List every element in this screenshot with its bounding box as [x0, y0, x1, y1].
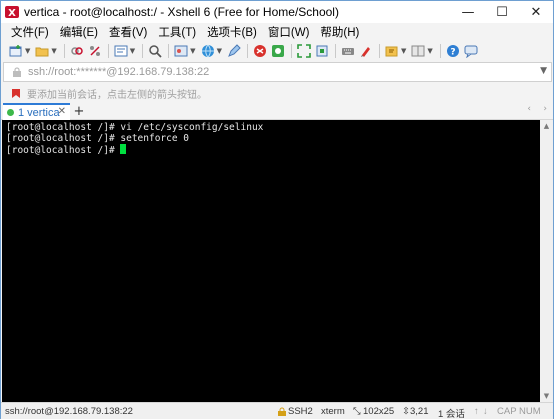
chevron-down-icon[interactable]: ▼ — [427, 47, 432, 55]
script-icon[interactable] — [385, 44, 399, 58]
status-bar: ssh://root@192.168.79.138:22 SSH2 xterm … — [1, 402, 553, 419]
address-text[interactable]: ssh://root:*******@192.168.79.138:22 — [28, 66, 209, 78]
tab-vertica[interactable]: 1 vertica ✕ — [3, 103, 70, 120]
address-bar[interactable]: ssh://root:*******@192.168.79.138:22 ▼ — [3, 62, 552, 82]
tab-prev-icon[interactable]: ‹ — [527, 104, 531, 114]
scroll-down-icon[interactable]: ▼ — [540, 390, 553, 402]
menu-file[interactable]: 文件(F) — [11, 24, 49, 40]
status-num: NUM — [519, 406, 541, 417]
properties-icon[interactable] — [114, 44, 128, 58]
maximize-button[interactable]: ☐ — [485, 1, 519, 23]
status-caps: CAP — [497, 406, 517, 417]
toolbar-divider — [334, 44, 336, 58]
xshell-window: X vertica - root@localhost:/ - Xshell 6 … — [0, 0, 554, 419]
resize-icon: ⤡ — [353, 406, 361, 417]
disconnect-icon[interactable] — [88, 44, 102, 58]
toolbar-divider — [107, 44, 109, 58]
close-window-button[interactable]: ✕ — [519, 1, 553, 23]
svg-text:?: ? — [450, 48, 455, 58]
chevron-down-icon[interactable]: ▼ — [25, 47, 30, 55]
help-icon[interactable]: ? — [446, 44, 460, 58]
pen-icon[interactable] — [227, 44, 241, 58]
terminal-line: [root@localhost /]# vi /etc/sysconfig/se… — [6, 122, 264, 133]
tab-label: 1 vertica — [18, 106, 60, 119]
status-sessions: 1 会话 — [438, 409, 465, 419]
toolbar-divider — [290, 44, 292, 58]
menu-bar: 文件(F) 编辑(E) 查看(V) 工具(T) 选项卡(B) 窗口(W) 帮助(… — [1, 23, 553, 41]
new-session-icon[interactable] — [9, 44, 23, 58]
menu-tabs[interactable]: 选项卡(B) — [207, 24, 257, 40]
fullscreen-icon[interactable] — [297, 44, 311, 58]
hint-text: 要添加当前会话，点击左侧的箭头按钮。 — [27, 89, 207, 101]
chevron-down-icon[interactable]: ▼ — [130, 47, 135, 55]
scroll-up-icon[interactable]: ↑ — [474, 406, 479, 417]
open-folder-icon[interactable] — [35, 44, 49, 58]
status-connection: ssh://root@192.168.79.138:22 — [5, 406, 133, 417]
font-icon[interactable] — [174, 44, 188, 58]
terminal-cursor — [120, 144, 127, 154]
chevron-down-icon[interactable]: ▼ — [401, 47, 406, 55]
chevron-down-icon[interactable]: ▼ — [540, 66, 547, 76]
menu-view[interactable]: 查看(V) — [109, 24, 147, 40]
menu-tools[interactable]: 工具(T) — [158, 24, 196, 40]
window-title: vertica - root@localhost:/ - Xshell 6 (F… — [24, 5, 339, 19]
toolbar-divider — [378, 44, 380, 58]
transfer-icon[interactable] — [271, 44, 285, 58]
app-icon: X — [5, 6, 19, 19]
add-tab-button[interactable]: + — [72, 103, 86, 119]
chevron-down-icon[interactable]: ▼ — [190, 47, 195, 55]
status-size: 102x25 — [363, 406, 395, 417]
lock-icon — [13, 67, 21, 77]
scroll-up-icon[interactable]: ▲ — [540, 120, 553, 132]
connected-status-icon — [7, 109, 14, 116]
status-terminal-type: xterm — [321, 406, 345, 417]
keyboard-icon[interactable] — [341, 44, 355, 58]
vertical-scrollbar[interactable]: ▲ ▼ — [540, 120, 553, 402]
link-icon[interactable] — [70, 44, 84, 58]
chevron-down-icon[interactable]: ▼ — [217, 47, 222, 55]
terminal-area[interactable]: [root@localhost /]# vi /etc/sysconfig/se… — [2, 120, 540, 402]
terminal-prompt: [root@localhost /]# — [6, 145, 121, 156]
terminal-line: [root@localhost /]# — [6, 144, 536, 156]
toolbar-divider — [168, 44, 170, 58]
toolbar-divider — [63, 44, 65, 58]
lock-icon — [278, 407, 286, 416]
globe-icon[interactable] — [201, 44, 215, 58]
cursor-pos-icon: ⇳ — [402, 406, 410, 417]
svg-text:X: X — [8, 8, 16, 19]
xftp-icon[interactable] — [253, 44, 267, 58]
lock-screen-icon[interactable] — [315, 44, 329, 58]
scroll-down-icon[interactable]: ↓ — [483, 406, 488, 417]
search-icon[interactable] — [148, 44, 162, 58]
toolbar: ▼ ▼ ▼ ▼ ▼ ▼ ▼ ? — [1, 41, 553, 61]
chevron-down-icon[interactable]: ▼ — [51, 47, 56, 55]
layout-icon[interactable] — [411, 44, 425, 58]
toolbar-divider — [142, 44, 144, 58]
title-bar: X vertica - root@localhost:/ - Xshell 6 … — [1, 1, 553, 23]
terminal-line: [root@localhost /]# setenforce 0 — [6, 133, 190, 144]
close-icon[interactable]: ✕ — [58, 106, 66, 117]
status-protocol: SSH2 — [288, 406, 313, 417]
menu-window[interactable]: 窗口(W) — [268, 24, 310, 40]
chat-icon[interactable] — [464, 44, 478, 58]
tab-bar: 1 vertica ✕ + ‹ › — [1, 103, 553, 120]
bookmark-icon[interactable] — [11, 88, 21, 99]
menu-help[interactable]: 帮助(H) — [320, 24, 359, 40]
toolbar-divider — [246, 44, 248, 58]
menu-edit[interactable]: 编辑(E) — [60, 24, 98, 40]
minimize-button[interactable]: — — [451, 1, 485, 23]
highlight-icon[interactable] — [359, 44, 373, 58]
toolbar-divider — [439, 44, 441, 58]
tab-next-icon[interactable]: › — [543, 104, 547, 114]
status-cursor-pos: 3,21 — [410, 406, 429, 417]
hint-bar: 要添加当前会话，点击左侧的箭头按钮。 — [1, 84, 553, 102]
